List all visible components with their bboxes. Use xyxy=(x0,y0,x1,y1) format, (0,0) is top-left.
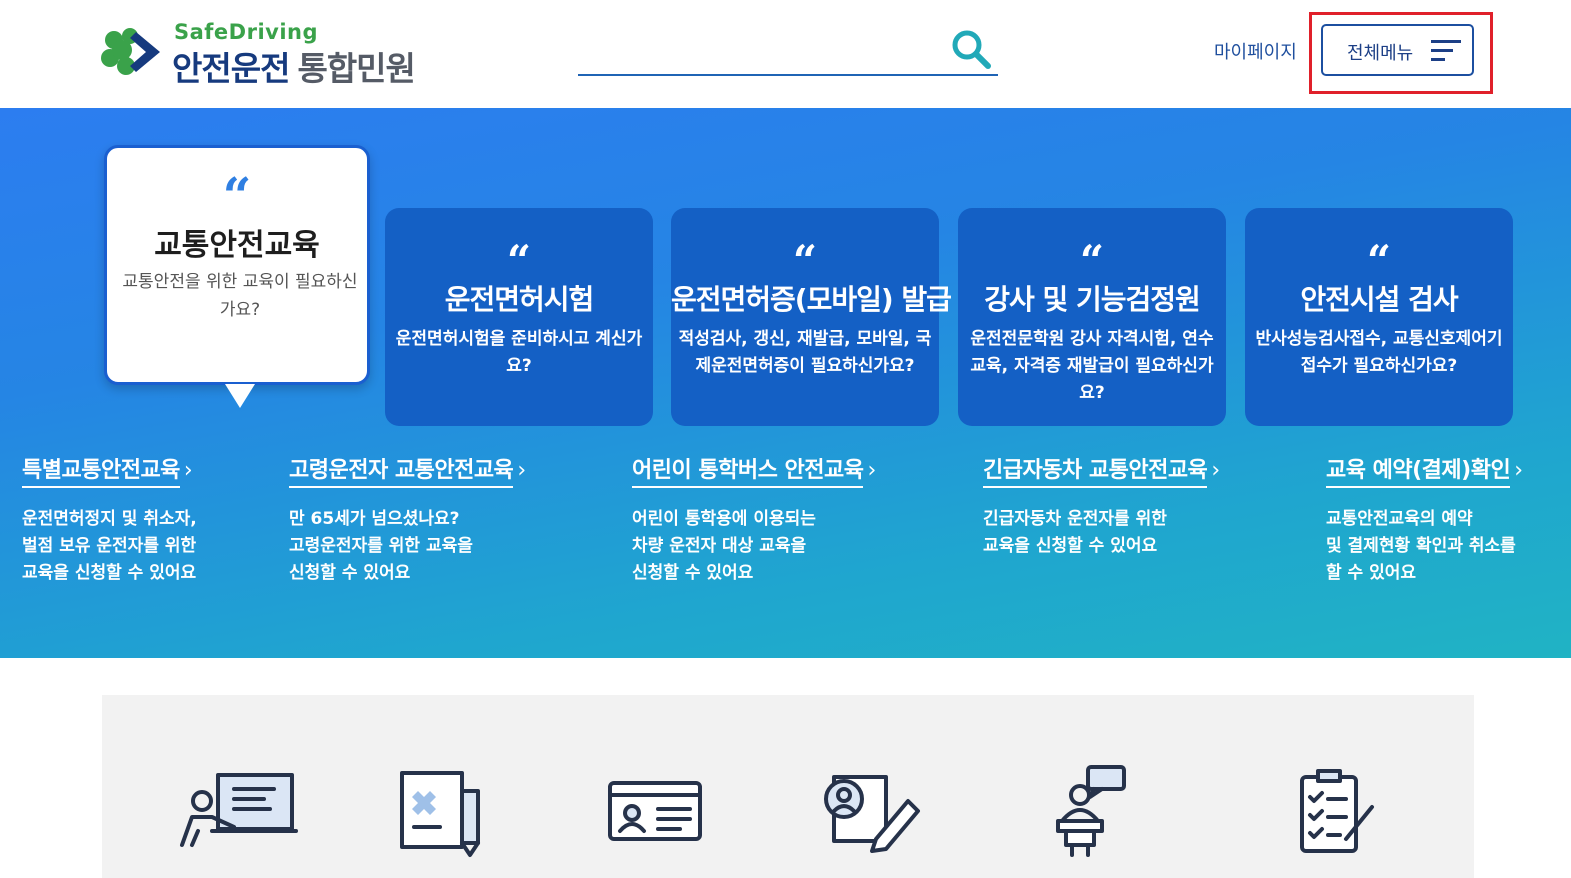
logo-main-text: 안전운전 xyxy=(172,49,290,88)
site-logo[interactable]: SafeDriving 안전운전 통합민원 xyxy=(100,20,460,90)
link-description: 운전면허정지 및 취소자, 벌점 보유 운전자를 위한 교육을 신청할 수 있어… xyxy=(22,506,197,587)
desc-line: 고령운전자를 위한 교육을 xyxy=(289,536,473,556)
desc-line: 차량 운전자 대상 교육을 xyxy=(632,536,807,556)
desc-line: 교통안전교육의 예약 xyxy=(1326,509,1473,529)
link-reservation-check: 교육 예약(결제)확인 › 교통안전교육의 예약 및 결제현황 확인과 취소를 할… xyxy=(1326,452,1523,587)
full-menu-label: 전체메뉴 xyxy=(1347,43,1414,64)
link-description: 어린이 통학용에 이용되는 차량 운전자 대상 교육을 신청할 수 있어요 xyxy=(632,506,876,587)
link-title[interactable]: 어린이 통학버스 안전교육 › xyxy=(632,458,876,488)
card-title: 교통안전교육 xyxy=(154,228,320,263)
quote-icon: “ xyxy=(222,166,252,225)
card-description: 반사성능검사접수, 교통신호제어기 접수가 필요하신가요? xyxy=(1255,329,1503,376)
card-title: 운전면허증(모바일) 발급 xyxy=(671,283,952,316)
mypage-link[interactable]: 마이페이지 xyxy=(1214,38,1297,64)
chevron-right-icon: › xyxy=(867,458,877,483)
link-title-text: 고령운전자 교통안전교육 xyxy=(289,452,514,488)
card-description: 적성검사, 갱신, 재발급, 모바일, 국제운전면허증이 필요하신가요? xyxy=(678,329,932,376)
full-menu-button[interactable]: 전체메뉴 xyxy=(1321,24,1474,76)
link-description: 교통안전교육의 예약 및 결제현황 확인과 취소를 할 수 있어요 xyxy=(1326,506,1523,587)
search-bar xyxy=(578,24,998,76)
card-traffic-safety-education[interactable]: “ 교통안전교육 교통안전을 위한 교육이 필요하신가요? xyxy=(104,145,370,408)
card-description: 교통안전을 위한 교육이 필요하신가요? xyxy=(122,272,358,320)
link-title[interactable]: 교육 예약(결제)확인 › xyxy=(1326,458,1523,488)
quote-icon: “ xyxy=(1366,236,1392,285)
quick-services-panel xyxy=(102,695,1474,878)
link-title-text: 어린이 통학버스 안전교육 xyxy=(632,452,864,488)
link-title-text: 특별교통안전교육 xyxy=(22,452,180,488)
desc-line: 및 결제현황 확인과 취소를 xyxy=(1326,536,1516,556)
desc-line: 운전면허정지 및 취소자, xyxy=(22,509,197,529)
card-license-issuance[interactable]: “ 운전면허증(모바일) 발급 적성검사, 갱신, 재발급, 모바일, 국제운전… xyxy=(671,208,952,426)
quote-icon: “ xyxy=(792,236,818,285)
lecturer-icon[interactable] xyxy=(1024,765,1144,860)
checklist-icon[interactable] xyxy=(1280,765,1400,860)
desc-line: 벌점 보유 운전자를 위한 xyxy=(22,536,197,556)
link-title[interactable]: 특별교통안전교육 › xyxy=(22,458,193,488)
link-title[interactable]: 긴급자동차 교통안전교육 › xyxy=(983,458,1220,488)
desc-line: 교육을 신청할 수 있어요 xyxy=(983,536,1158,556)
id-card-icon[interactable] xyxy=(596,765,716,860)
desc-line: 할 수 있어요 xyxy=(1326,563,1417,583)
desc-line: 긴급자동차 운전자를 위한 xyxy=(983,509,1167,529)
chevron-right-icon: › xyxy=(517,458,527,483)
site-header: SafeDriving 안전운전 통합민원 마이페이지 전체메뉴 xyxy=(0,0,1571,108)
profile-edit-icon[interactable] xyxy=(806,765,926,860)
desc-line: 신청할 수 있어요 xyxy=(289,563,411,583)
desc-line: 신청할 수 있어요 xyxy=(632,563,754,583)
card-description: 운전전문학원 강사 자격시험, 연수교육, 자격증 재발급이 필요하신가요? xyxy=(970,329,1214,403)
presentation-icon[interactable] xyxy=(178,765,298,860)
card-license-test[interactable]: “ 운전면허시험 운전면허시험을 준비하시고 계신가요? xyxy=(385,208,653,426)
chevron-right-icon: › xyxy=(1514,458,1524,483)
link-special-education: 특별교통안전교육 › 운전면허정지 및 취소자, 벌점 보유 운전자를 위한 교육… xyxy=(22,452,197,587)
search-input[interactable] xyxy=(578,30,938,70)
card-description: 운전면허시험을 준비하시고 계신가요? xyxy=(395,329,643,376)
card-title: 강사 및 기능검정원 xyxy=(984,283,1201,316)
card-safety-facility-inspection[interactable]: “ 안전시설 검사 반사성능검사접수, 교통신호제어기 접수가 필요하신가요? xyxy=(1245,208,1513,426)
speech-tail xyxy=(225,384,255,408)
hamburger-menu-icon xyxy=(1431,40,1461,61)
link-title-text: 교육 예약(결제)확인 xyxy=(1326,452,1511,488)
link-emergency-vehicle-education: 긴급자동차 교통안전교육 › 긴급자동차 운전자를 위한 교육을 신청할 수 있어… xyxy=(983,452,1220,560)
desc-line: 만 65세가 넘으셨나요? xyxy=(289,509,460,529)
card-title: 운전면허시험 xyxy=(444,283,595,316)
desc-line: 교육을 신청할 수 있어요 xyxy=(22,563,197,583)
card-title: 안전시설 검사 xyxy=(1300,283,1458,316)
logo-sub-text: 통합민원 xyxy=(297,49,415,88)
card-instructor-examiner[interactable]: “ 강사 및 기능검정원 운전전문학원 강사 자격시험, 연수교육, 자격증 재… xyxy=(958,208,1226,426)
search-icon[interactable] xyxy=(950,28,992,70)
quote-icon: “ xyxy=(506,236,532,285)
link-description: 만 65세가 넘으셨나요? 고령운전자를 위한 교육을 신청할 수 있어요 xyxy=(289,506,526,587)
document-pen-icon[interactable] xyxy=(384,765,504,860)
chevron-right-icon: › xyxy=(1211,458,1221,483)
clover-logo-icon xyxy=(101,28,160,75)
desc-line: 어린이 통학용에 이용되는 xyxy=(632,509,816,529)
link-description: 긴급자동차 운전자를 위한 교육을 신청할 수 있어요 xyxy=(983,506,1220,560)
link-school-bus-education: 어린이 통학버스 안전교육 › 어린이 통학용에 이용되는 차량 운전자 대상 교… xyxy=(632,452,876,587)
page: SafeDriving 안전운전 통합민원 마이페이지 전체메뉴 “ 교통안전교육… xyxy=(0,0,1571,878)
link-elderly-education: 고령운전자 교통안전교육 › 만 65세가 넘으셨나요? 고령운전자를 위한 교육… xyxy=(289,452,526,587)
link-title[interactable]: 고령운전자 교통안전교육 › xyxy=(289,458,526,488)
quote-icon: “ xyxy=(1079,236,1105,285)
link-title-text: 긴급자동차 교통안전교육 xyxy=(983,452,1208,488)
logo-english-text: SafeDriving xyxy=(174,20,319,44)
logo-korean-text: 안전운전 통합민원 xyxy=(172,42,416,90)
chevron-right-icon: › xyxy=(183,458,193,483)
